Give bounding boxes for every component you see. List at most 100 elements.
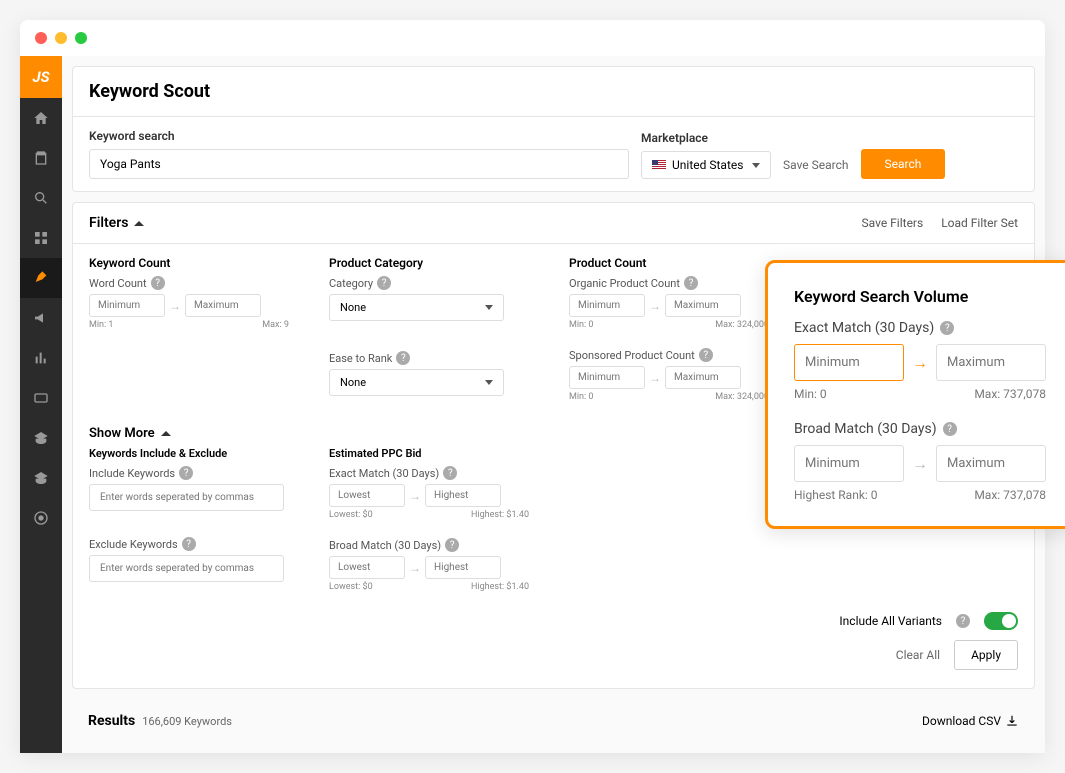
word-count-max-hint: Max: 9 [262,320,289,330]
keyword-search-input[interactable] [89,149,629,179]
category-label: Category [329,277,373,290]
nav-grid[interactable] [20,218,62,258]
nav-chart[interactable] [20,338,62,378]
sidebar: JS [20,56,62,753]
nav-chrome[interactable] [20,498,62,538]
clear-all-link[interactable]: Clear All [896,648,940,662]
nav-education-2[interactable] [20,458,62,498]
caret-down-icon [485,380,493,385]
arrow-right-icon: → [912,454,928,474]
download-csv-link[interactable]: Download CSV [922,714,1019,728]
arrow-right-icon: → [649,371,661,385]
nav-home[interactable] [20,98,62,138]
maximize-window-icon[interactable] [75,32,87,44]
search-button[interactable]: Search [861,149,946,179]
sponsored-min-input[interactable] [569,366,645,389]
organic-max-input[interactable] [665,294,741,317]
nav-search[interactable] [20,178,62,218]
help-icon[interactable]: ? [396,351,410,365]
arrow-right-icon: → [409,561,421,575]
category-select[interactable]: None [329,294,504,321]
nav-megaphone[interactable] [20,298,62,338]
load-filter-set-link[interactable]: Load Filter Set [941,216,1018,230]
help-icon[interactable]: ? [443,466,457,480]
arrow-right-icon: → [649,299,661,313]
results-label: Results [88,713,135,729]
broad-max-hint: Max: 737,078 [974,488,1046,502]
product-count-header: Product Count [569,256,769,270]
results-count: 166,609 Keywords [142,715,232,728]
minimize-window-icon[interactable] [55,32,67,44]
help-icon[interactable]: ? [699,348,713,362]
organic-label: Organic Product Count [569,277,680,290]
save-search-link[interactable]: Save Search [783,158,849,172]
ppc-broad-low-input[interactable] [329,556,405,579]
ppc-exact-label: Exact Match (30 Days) [329,467,439,480]
nav-education[interactable] [20,418,62,458]
help-icon[interactable]: ? [445,538,459,552]
help-icon[interactable]: ? [179,466,193,480]
ease-label: Ease to Rank [329,352,392,365]
ppc-broad-label: Broad Match (30 Days) [329,539,441,552]
sponsored-max-input[interactable] [665,366,741,389]
chevron-up-icon [134,221,144,226]
window-titlebar [20,20,1045,56]
exact-max-hint: Max: 737,078 [974,387,1046,401]
page-title: Keyword Scout [73,67,1034,117]
word-count-min-input[interactable] [89,294,165,317]
help-icon[interactable]: ? [943,422,957,436]
marketplace-label: Marketplace [641,131,771,145]
us-flag-icon [652,160,666,170]
filters-toggle[interactable]: Filters [89,215,144,231]
keyword-search-volume-overlay: Keyword Search Volume Exact Match (30 Da… [765,260,1065,529]
caret-down-icon [485,305,493,310]
nav-keyword-scout[interactable] [20,258,62,298]
broad-min-input[interactable] [794,445,904,482]
ppc-exact-low-input[interactable] [329,484,405,507]
exact-min-hint: Min: 0 [794,387,827,401]
ppc-broad-high-input[interactable] [425,556,501,579]
word-count-label: Word Count [89,277,147,290]
ppc-header: Estimated PPC Bid [329,447,529,460]
arrow-right-icon: → [169,299,181,313]
ease-select[interactable]: None [329,369,504,396]
keyword-search-label: Keyword search [89,129,629,143]
include-keywords-input[interactable] [89,484,284,511]
help-icon[interactable]: ? [956,614,970,628]
filters-title-label: Filters [89,215,128,231]
product-category-header: Product Category [329,256,529,270]
help-icon[interactable]: ? [377,276,391,290]
save-filters-link[interactable]: Save Filters [862,216,924,230]
exact-min-input[interactable] [794,344,904,381]
keyword-count-header: Keyword Count [89,256,289,270]
arrow-right-icon: → [912,353,928,373]
include-exclude-header: Keywords Include & Exclude [89,447,289,460]
help-icon[interactable]: ? [151,276,165,290]
nav-ad[interactable] [20,378,62,418]
marketplace-select[interactable]: United States [641,151,771,179]
word-count-max-input[interactable] [185,294,261,317]
word-count-min-hint: Min: 1 [89,320,114,330]
apply-button[interactable]: Apply [954,640,1018,670]
marketplace-value: United States [672,158,743,172]
caret-down-icon [752,163,760,168]
arrow-right-icon: → [409,489,421,503]
help-icon[interactable]: ? [182,537,196,551]
overlay-exact-label: Exact Match (30 Days) [794,320,934,336]
organic-min-input[interactable] [569,294,645,317]
include-variants-toggle[interactable] [984,612,1018,630]
broad-max-input[interactable] [936,445,1046,482]
logo: JS [20,56,62,98]
download-icon [1005,714,1019,728]
overlay-title: Keyword Search Volume [794,287,1046,306]
overlay-broad-label: Broad Match (30 Days) [794,421,937,437]
sponsored-label: Sponsored Product Count [569,349,695,362]
include-label: Include Keywords [89,467,175,480]
exact-max-input[interactable] [936,344,1046,381]
nav-clipboard[interactable] [20,138,62,178]
help-icon[interactable]: ? [940,321,954,335]
exclude-keywords-input[interactable] [89,555,284,582]
ppc-exact-high-input[interactable] [425,484,501,507]
help-icon[interactable]: ? [684,276,698,290]
close-window-icon[interactable] [35,32,47,44]
